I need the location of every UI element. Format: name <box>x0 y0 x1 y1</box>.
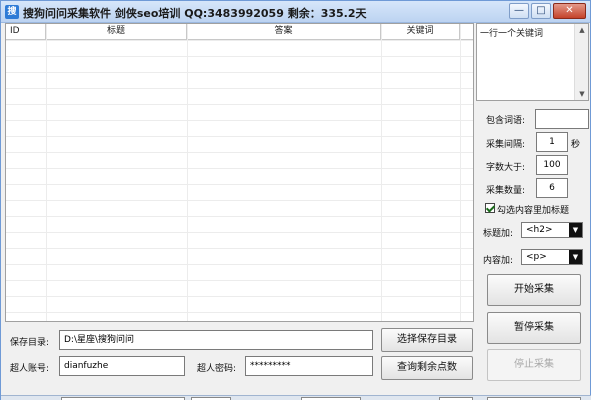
grid-column-line <box>460 24 461 321</box>
results-grid[interactable]: ID 标题 答案 关键词 <box>5 23 474 322</box>
scroll-up-icon[interactable]: ▲ <box>575 24 589 36</box>
chevron-down-icon[interactable]: ▼ <box>569 223 582 237</box>
grid-row-line <box>6 232 473 233</box>
column-header-title[interactable]: 标题 <box>46 24 187 39</box>
main-window: 搜 搜狗问问采集软件 剑侠seo培训 QQ:3483992059 剩余：335.… <box>0 0 591 400</box>
password-input[interactable]: ********* <box>245 356 373 376</box>
save-dir-input[interactable]: D:\星座\搜狗问问 <box>59 330 373 350</box>
scroll-down-icon[interactable]: ▼ <box>575 88 589 100</box>
grid-row-line <box>6 120 473 121</box>
grid-column-line <box>381 24 382 321</box>
grid-row-line <box>6 104 473 105</box>
grid-row-line <box>6 248 473 249</box>
choose-save-dir-button[interactable]: 选择保存目录 <box>381 328 473 352</box>
content-add-select[interactable]: <p> ▼ <box>521 249 583 265</box>
query-points-button[interactable]: 查询剩余点数 <box>381 356 473 380</box>
title-add-value: <h2> <box>526 225 553 235</box>
add-title-checkbox-label[interactable]: 勾选内容里加标题 <box>497 203 569 216</box>
save-dir-label: 保存目录: <box>10 338 50 348</box>
stop-collect-button[interactable]: 停止采集 <box>487 349 581 381</box>
chevron-down-icon[interactable]: ▼ <box>569 250 582 264</box>
grid-row-line <box>6 216 473 217</box>
window-title: 搜狗问问采集软件 剑侠seo培训 QQ:3483992059 剩余：335.2天 <box>23 7 367 20</box>
grid-column-line <box>187 24 188 321</box>
content-add-label: 内容加: <box>483 256 514 266</box>
grid-column-line <box>46 24 47 321</box>
min-chars-label: 字数大于: <box>486 163 526 173</box>
grid-row-line <box>6 152 473 153</box>
grid-row-line <box>6 296 473 297</box>
column-header-keyword[interactable]: 关键词 <box>381 24 460 39</box>
column-header-id[interactable]: ID <box>6 24 46 39</box>
grid-row-line <box>6 264 473 265</box>
pause-collect-button[interactable]: 暂停采集 <box>487 312 581 344</box>
include-words-input[interactable] <box>535 109 589 129</box>
collect-count-input[interactable]: 6 <box>536 178 568 198</box>
title-add-label: 标题加: <box>483 229 514 239</box>
grid-row-line <box>6 184 473 185</box>
keyword-text: 一行一个关键词 <box>480 29 544 39</box>
include-words-label: 包含词语: <box>486 116 526 126</box>
min-chars-input[interactable]: 100 <box>536 155 568 175</box>
interval-unit: 秒 <box>571 140 581 150</box>
content-add-value: <p> <box>526 252 547 262</box>
keyword-textarea[interactable]: 一行一个关键词 ▲ ▼ <box>476 23 589 101</box>
title-add-select[interactable]: <h2> ▼ <box>521 222 583 238</box>
grid-row-line <box>6 168 473 169</box>
column-header-answer[interactable]: 答案 <box>187 24 381 39</box>
password-label: 超人密码: <box>197 364 237 374</box>
start-collect-button[interactable]: 开始采集 <box>487 274 581 306</box>
maximize-button[interactable]: □ <box>531 3 551 19</box>
grid-row-line <box>6 56 473 57</box>
close-button[interactable]: ✕ <box>553 3 586 19</box>
keyword-scrollbar[interactable]: ▲ ▼ <box>574 24 588 100</box>
collect-count-label: 采集数量: <box>486 186 526 196</box>
grid-row-line <box>6 200 473 201</box>
interval-input[interactable]: 1 <box>536 132 568 152</box>
title-bar: 搜 搜狗问问采集软件 剑侠seo培训 QQ:3483992059 剩余：335.… <box>1 1 590 23</box>
grid-row-line <box>6 40 473 41</box>
account-input[interactable]: dianfuzhe <box>59 356 185 376</box>
grid-row-line <box>6 136 473 137</box>
add-title-checkbox[interactable] <box>485 203 495 213</box>
grid-row-line <box>6 72 473 73</box>
grid-row-line <box>6 312 473 313</box>
grid-row-line <box>6 280 473 281</box>
interval-label: 采集间隔: <box>486 140 526 150</box>
grid-row-line <box>6 88 473 89</box>
app-icon: 搜 <box>5 5 19 19</box>
minimize-button[interactable]: — <box>509 3 529 19</box>
account-label: 超人账号: <box>10 364 50 374</box>
grid-header: ID 标题 答案 关键词 <box>6 24 473 40</box>
